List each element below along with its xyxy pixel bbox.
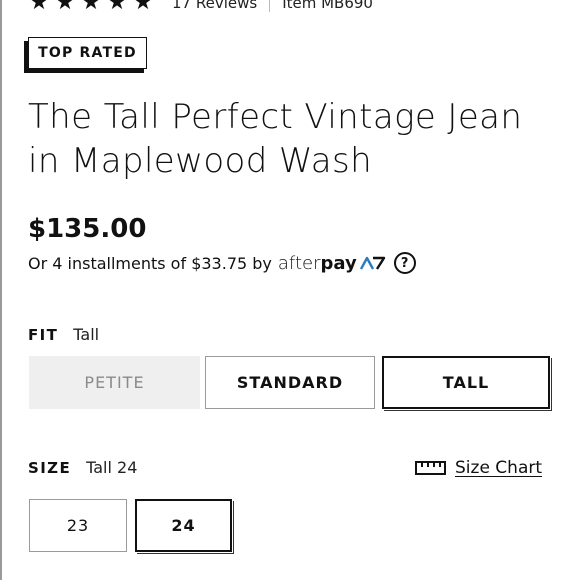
reviews-link[interactable]: 17 Reviews	[172, 0, 257, 12]
size-label-row: SIZE Tall 24	[28, 458, 137, 477]
product-title: The Tall Perfect Vintage Jean in Maplewo…	[28, 95, 568, 183]
size-option-23[interactable]: 23	[29, 499, 127, 552]
product-title-line-1: The Tall Perfect Vintage Jean	[28, 97, 523, 137]
afterpay-logo-pay: pay	[320, 252, 357, 274]
fit-label-row: FIT Tall	[28, 325, 99, 344]
star-icon: ★	[81, 0, 101, 15]
left-edge-border	[0, 0, 2, 580]
size-option-24[interactable]: 24	[135, 499, 232, 552]
question-circle-icon[interactable]: ?	[393, 252, 416, 274]
size-selected-value: Tall 24	[86, 458, 138, 477]
installments-text: Or 4 installments of $33.75 by	[28, 253, 272, 273]
rating-row: ★ ★ ★ ★ ★ 17 Reviews Item MB690	[28, 0, 373, 15]
afterpay-logo-after: after	[277, 252, 321, 274]
size-label: SIZE	[28, 459, 72, 477]
star-icon: ★	[107, 0, 127, 15]
badge-label: TOP RATED	[28, 37, 147, 69]
item-number: Item MB690	[282, 0, 373, 12]
fit-selected-value: Tall	[73, 325, 100, 344]
star-icon: ★	[29, 0, 49, 15]
afterpay-logo: after pay	[278, 253, 386, 274]
fit-label: FIT	[28, 326, 59, 344]
size-chart-label: Size Chart	[455, 458, 543, 478]
size-chart-link[interactable]: Size Chart	[415, 458, 542, 478]
ruler-icon	[415, 461, 446, 475]
product-title-line-2: in Maplewood Wash	[28, 141, 373, 181]
star-rating[interactable]: ★ ★ ★ ★ ★	[28, 0, 154, 14]
top-rated-badge: TOP RATED	[24, 37, 148, 73]
star-icon: ★	[55, 0, 75, 15]
divider	[269, 0, 271, 12]
fit-option-tall[interactable]: TALL	[382, 356, 550, 409]
fit-option-standard[interactable]: STANDARD	[205, 356, 375, 409]
afterpay-mark-icon	[359, 256, 385, 270]
fit-option-petite[interactable]: PETITE	[29, 356, 200, 409]
afterpay-installments: Or 4 installments of $33.75 by after pay …	[28, 252, 416, 274]
star-icon: ★	[133, 0, 153, 15]
product-price: $135.00	[28, 214, 147, 244]
